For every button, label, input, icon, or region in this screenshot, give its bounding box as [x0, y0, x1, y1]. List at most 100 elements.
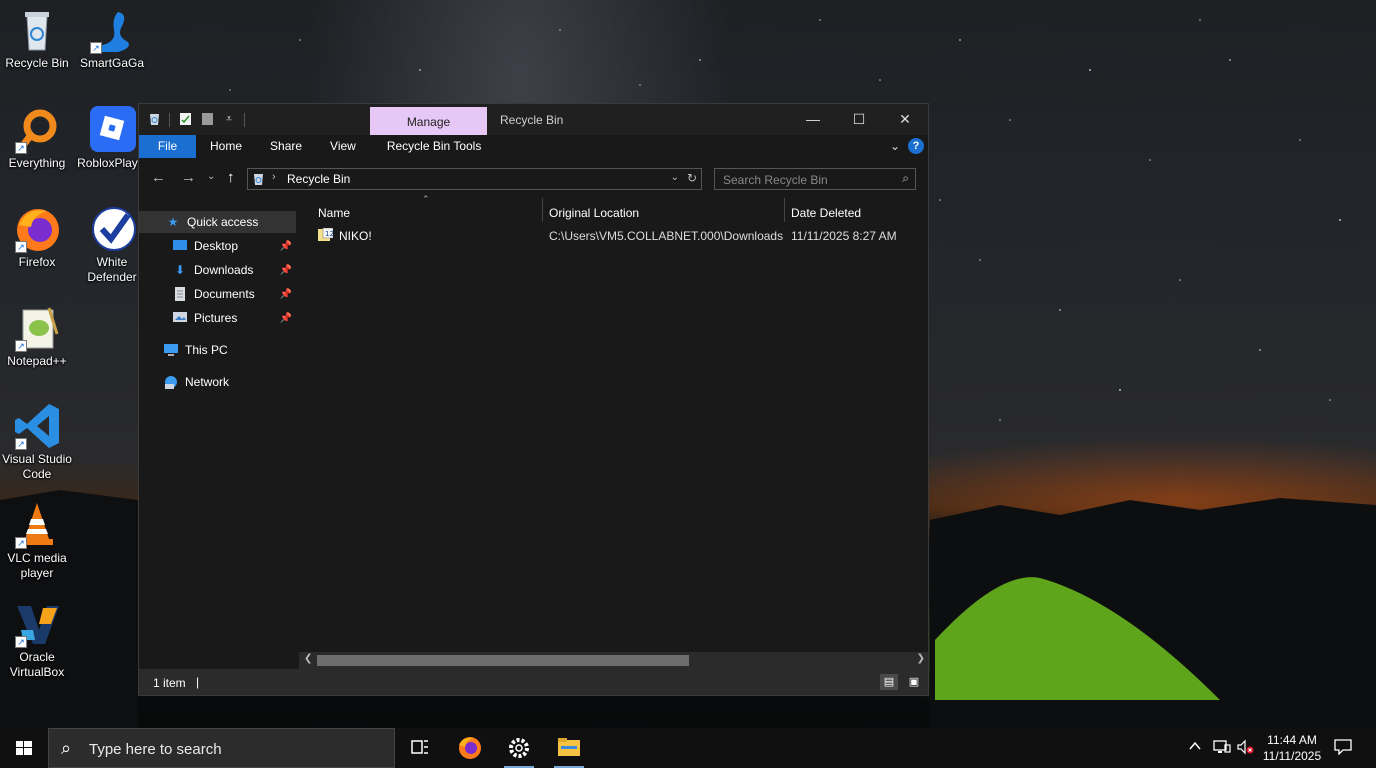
- taskbar-search-box[interactable]: ⌕ Type here to search: [48, 728, 395, 768]
- download-arrow-icon: ⬇: [174, 263, 186, 277]
- item-count: 1 item: [153, 676, 186, 690]
- system-clock[interactable]: 11:44 AM 11/11/2025: [1257, 732, 1327, 764]
- nav-quick-access[interactable]: ★ Quick access: [139, 211, 296, 233]
- horizontal-scrollbar[interactable]: ❮ ❯: [299, 652, 928, 669]
- firefox-icon: [459, 737, 481, 759]
- task-view-button[interactable]: [395, 728, 443, 768]
- document-icon: [172, 287, 188, 301]
- address-bar[interactable]: › Recycle Bin ⌄ ↻: [247, 168, 702, 190]
- up-arrow-icon[interactable]: ↑: [227, 169, 235, 186]
- desktop-icon-smartgaga[interactable]: ↗ SmartGaGa: [75, 6, 149, 71]
- back-arrow-icon[interactable]: ←: [151, 169, 166, 186]
- divider: [169, 112, 170, 127]
- volume-muted-icon[interactable]: [1236, 739, 1254, 768]
- tab-recycle-bin-tools[interactable]: Recycle Bin Tools: [370, 135, 499, 158]
- breadcrumb-recycle-bin[interactable]: Recycle Bin: [287, 172, 350, 186]
- nav-desktop[interactable]: Desktop 📌: [139, 235, 296, 257]
- desktop-icon-label: Oracle VirtualBox: [9, 650, 65, 679]
- tab-view[interactable]: View: [316, 135, 370, 158]
- window-title: Recycle Bin: [500, 113, 564, 127]
- tab-file[interactable]: File: [139, 135, 196, 158]
- tab-share[interactable]: Share: [256, 135, 316, 158]
- status-divider: |: [196, 675, 200, 689]
- desktop-folder-icon: [172, 239, 188, 253]
- start-button[interactable]: [0, 728, 48, 768]
- column-divider[interactable]: [784, 198, 785, 222]
- desktop-icon-label: Notepad++: [7, 354, 67, 368]
- folder-icon: [558, 738, 580, 756]
- expand-ribbon-chevron-icon[interactable]: ⌄: [890, 139, 900, 153]
- quick-access-toolbar: ⩡: [147, 112, 245, 127]
- recycle-bin-icon: [13, 6, 61, 54]
- windows-logo-icon: [16, 741, 32, 755]
- taskbar-firefox[interactable]: [446, 728, 494, 768]
- address-dropdown-chevron-icon[interactable]: ⌄: [671, 172, 679, 183]
- roblox-icon: [88, 106, 136, 154]
- column-divider[interactable]: [542, 198, 543, 222]
- network-status-icon[interactable]: [1213, 739, 1231, 768]
- forward-arrow-icon[interactable]: →: [181, 169, 196, 186]
- sort-ascending-icon: ⌃: [422, 194, 430, 204]
- maximize-button[interactable]: ☐: [836, 104, 882, 135]
- desktop-icon-label: Firefox: [18, 255, 56, 269]
- breadcrumb-separator[interactable]: ›: [272, 171, 276, 183]
- column-original-location[interactable]: Original Location: [549, 206, 639, 220]
- large-icons-view-icon[interactable]: ▣: [905, 674, 923, 690]
- nav-this-pc[interactable]: This PC: [139, 339, 296, 361]
- pin-icon[interactable]: 📌: [280, 241, 292, 252]
- file-original-location: C:\Users\VM5.COLLABNET.000\Downloads: [549, 229, 784, 243]
- shortcut-arrow-icon: ↗: [15, 142, 27, 154]
- nav-label: Pictures: [194, 311, 238, 325]
- pin-icon[interactable]: 📌: [280, 265, 292, 276]
- show-hidden-icons-chevron-icon[interactable]: [1188, 739, 1202, 768]
- search-icon[interactable]: ⌕: [902, 171, 909, 186]
- nav-label: Quick access: [187, 215, 259, 229]
- navigation-pane: ★ Quick access Desktop 📌 ⬇ Downloads 📌 D…: [139, 198, 298, 669]
- notifications-icon[interactable]: [1334, 739, 1352, 768]
- virtualbox-icon: ↗: [13, 600, 61, 648]
- file-row[interactable]: 12 NIKO! C:\Users\VM5.COLLABNET.000\Down…: [299, 226, 928, 246]
- properties-icon[interactable]: [178, 112, 192, 127]
- desktop-icon-label: Visual Studio Code: [2, 452, 72, 481]
- desktop-icon-notepadpp[interactable]: ↗ Notepad++: [0, 304, 74, 369]
- svg-text:12: 12: [325, 230, 333, 238]
- checkmark-shield-icon: [88, 205, 136, 253]
- help-icon[interactable]: ?: [908, 138, 924, 154]
- tab-home[interactable]: Home: [196, 135, 256, 158]
- desktop-icon-virtualbox[interactable]: ↗ Oracle VirtualBox: [0, 600, 74, 680]
- nav-pictures[interactable]: Pictures 📌: [139, 307, 296, 329]
- desktop-icon-recycle-bin[interactable]: Recycle Bin: [0, 6, 74, 71]
- taskbar-file-explorer[interactable]: [545, 728, 593, 768]
- title-bar[interactable]: ⩡ Manage Recycle Bin — ☐ ✕: [139, 104, 928, 135]
- file-name: NIKO!: [339, 229, 372, 243]
- pin-icon[interactable]: 📌: [280, 289, 292, 300]
- column-name[interactable]: Name: [318, 206, 350, 220]
- taskbar-settings[interactable]: [495, 728, 543, 768]
- close-button[interactable]: ✕: [882, 104, 928, 135]
- details-view-icon[interactable]: ▤: [880, 674, 898, 690]
- recent-locations-chevron-icon[interactable]: ⌄: [207, 171, 215, 182]
- refresh-icon[interactable]: ↻: [687, 171, 697, 185]
- pin-icon[interactable]: 📌: [280, 313, 292, 324]
- notepad-plus-plus-icon: ↗: [13, 304, 61, 352]
- new-folder-icon[interactable]: [200, 112, 214, 127]
- scrollbar-thumb[interactable]: [317, 655, 689, 666]
- desktop-icon-everything[interactable]: ↗ Everything: [0, 106, 74, 171]
- vscode-icon: ↗: [13, 402, 61, 450]
- customize-toolbar-icon[interactable]: ⩡: [222, 112, 236, 127]
- scroll-right-arrow-icon[interactable]: ❯: [917, 653, 925, 664]
- desktop-icon-firefox[interactable]: ↗ Firefox: [0, 205, 74, 270]
- tab-manage[interactable]: Manage: [370, 107, 487, 135]
- taskbar-search-placeholder: Type here to search: [89, 741, 222, 758]
- scroll-left-arrow-icon[interactable]: ❮: [304, 653, 312, 664]
- shortcut-arrow-icon: ↗: [15, 438, 27, 450]
- nav-downloads[interactable]: ⬇ Downloads 📌: [139, 259, 296, 281]
- desktop-icon-vlc[interactable]: ↗ VLC media player: [0, 501, 74, 581]
- nav-label: Documents: [194, 287, 255, 301]
- nav-documents[interactable]: Documents 📌: [139, 283, 296, 305]
- nav-network[interactable]: Network: [139, 371, 296, 393]
- column-date-deleted[interactable]: Date Deleted: [791, 206, 861, 220]
- desktop-icon-vscode[interactable]: ↗ Visual Studio Code: [0, 402, 74, 482]
- search-box[interactable]: Search Recycle Bin ⌕: [714, 168, 916, 190]
- minimize-button[interactable]: —: [790, 104, 836, 135]
